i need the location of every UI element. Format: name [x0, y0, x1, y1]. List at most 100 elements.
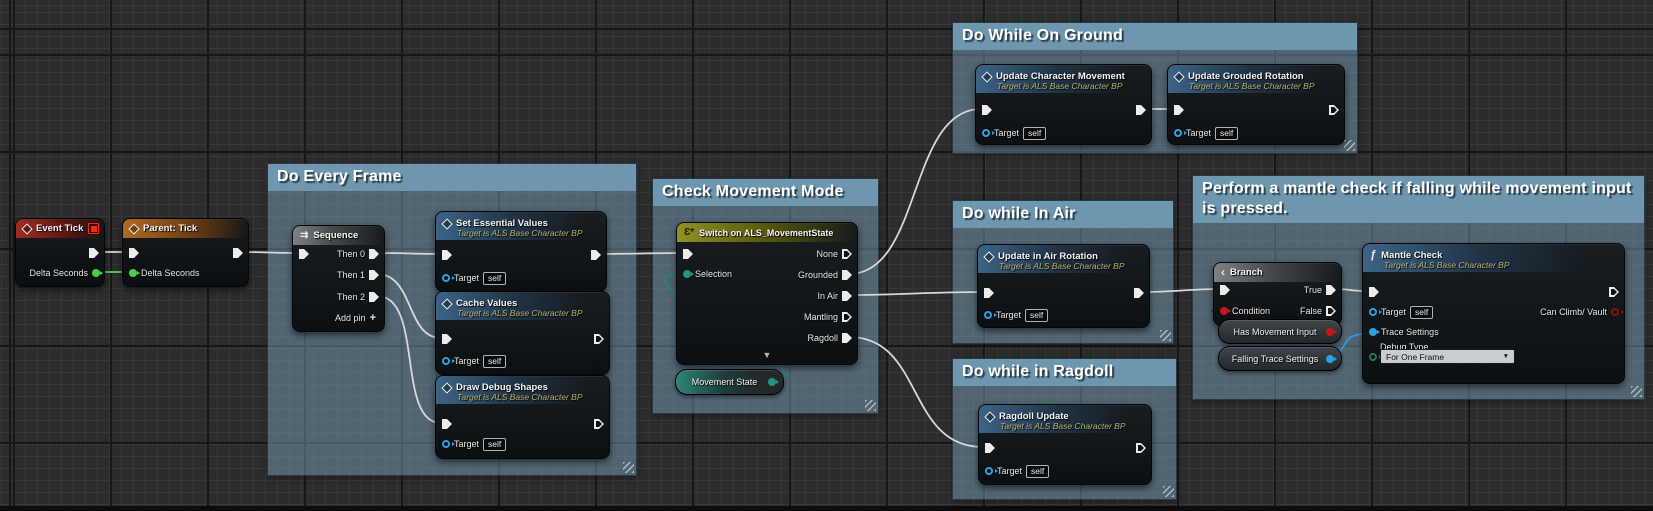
case-mantling-pin[interactable] [842, 312, 852, 322]
node-switch-movement-state[interactable]: Ɛ* Switch on ALS_MovementState Selection… [676, 222, 858, 365]
falling-trace-settings-pin[interactable] [1326, 355, 1334, 363]
exec-in-pin[interactable] [985, 443, 995, 453]
exec-out-pin[interactable] [233, 248, 243, 258]
exec-out-pin-row[interactable] [594, 418, 604, 430]
target-pin[interactable] [1174, 129, 1182, 137]
exec-in-pin-row[interactable] [683, 248, 693, 260]
case-ragdoll-pin[interactable] [842, 333, 852, 343]
node-set-essential-values[interactable]: Set Essential Values Target is ALS Base … [435, 211, 607, 292]
exec-out-pin-row[interactable] [1329, 104, 1339, 116]
self-box[interactable]: self [1023, 127, 1046, 140]
target-pin[interactable] [442, 274, 450, 282]
node-event-tick[interactable]: Event Tick Delta Seconds [15, 218, 105, 287]
exec-out-pin[interactable] [1329, 105, 1339, 115]
exec-out-pin[interactable] [1136, 443, 1146, 453]
true-pin[interactable] [1326, 285, 1336, 295]
condition-pin[interactable] [1220, 307, 1228, 315]
exec-out-pin[interactable] [1134, 288, 1144, 298]
selection-pin[interactable] [683, 270, 691, 278]
target-pin[interactable] [1369, 308, 1377, 316]
exec-in-pin-row[interactable] [1369, 286, 1379, 298]
delta-seconds-in-row[interactable]: Delta Seconds [129, 267, 200, 279]
target-row[interactable]: Target self [982, 127, 1046, 139]
case-none-row[interactable]: None [816, 248, 852, 260]
exec-in-pin[interactable] [299, 249, 309, 259]
blueprint-canvas[interactable]: { "colors": { "canvas_bg": "#2c2c2c", "c… [0, 0, 1653, 511]
exec-in-pin[interactable] [683, 249, 693, 259]
exec-out-pin-row[interactable] [591, 249, 601, 261]
exec-out-pin-row[interactable] [1134, 287, 1144, 299]
node-mantle-check[interactable]: ƒ Mantle Check Target is ALS Base Charac… [1362, 243, 1625, 384]
then0-row[interactable]: Then 0 [337, 248, 379, 260]
add-pin-icon[interactable]: + [370, 312, 376, 324]
exec-out-pin-row[interactable] [1609, 286, 1619, 298]
case-none-pin[interactable] [842, 249, 852, 259]
node-update-in-air-rotation[interactable]: Update in Air Rotation Target is ALS Bas… [977, 244, 1150, 328]
target-row[interactable]: Target self [1369, 306, 1433, 318]
exec-out-pin[interactable] [594, 334, 604, 344]
node-branch[interactable]: ‹ Branch True Condition False [1213, 262, 1342, 326]
self-box[interactable]: self [483, 355, 506, 368]
target-row[interactable]: Target self [985, 465, 1049, 477]
exec-in-pin-row[interactable] [442, 333, 452, 345]
self-box[interactable]: self [1026, 465, 1049, 478]
case-ragdoll-row[interactable]: Ragdoll [807, 332, 852, 344]
exec-in-pin[interactable] [442, 250, 452, 260]
exec-out-pin-row[interactable] [89, 247, 99, 259]
node-draw-debug-shapes[interactable]: Draw Debug Shapes Target is ALS Base Cha… [435, 375, 610, 459]
exec-in-pin-row[interactable] [442, 249, 452, 261]
target-pin[interactable] [984, 311, 992, 319]
has-movement-input-pin[interactable] [1326, 328, 1334, 336]
false-pin[interactable] [1326, 306, 1336, 316]
exec-in-pin-row[interactable] [985, 442, 995, 454]
node-has-movement-input-variable[interactable]: Has Movement Input [1218, 319, 1342, 344]
can-climb-vault-pin[interactable] [1611, 308, 1619, 316]
exec-in-pin-row[interactable] [982, 104, 992, 116]
exec-out-pin[interactable] [1609, 287, 1619, 297]
target-row[interactable]: Target self [984, 309, 1048, 321]
debug-type-dropdown[interactable]: For One Frame ▼ [1380, 349, 1515, 364]
target-pin[interactable] [985, 467, 993, 475]
exec-in-pin[interactable] [984, 288, 994, 298]
exec-in-pin[interactable] [442, 419, 452, 429]
node-update-character-movement[interactable]: Update Character Movement Target is ALS … [975, 64, 1152, 145]
exec-out-pin[interactable] [591, 250, 601, 260]
target-row[interactable]: Target self [442, 355, 506, 367]
exec-in-pin[interactable] [1220, 285, 1230, 295]
target-row[interactable]: Target self [1174, 127, 1238, 139]
then1-row[interactable]: Then 1 [337, 269, 379, 281]
debug-type-pin-row[interactable] [1369, 351, 1377, 363]
node-movement-state-variable[interactable]: Movement State [675, 369, 784, 395]
node-sequence[interactable]: ⇉ Sequence Then 0 Then 1 Then 2 Add pin … [292, 225, 385, 332]
true-row[interactable]: True [1304, 284, 1336, 296]
condition-row[interactable]: Condition [1220, 305, 1270, 317]
exec-out-pin-row[interactable] [233, 247, 243, 259]
exec-out-pin-row[interactable] [1136, 442, 1146, 454]
node-update-grouded-rotation[interactable]: Update Grouded Rotation Target is ALS Ba… [1167, 64, 1345, 145]
exec-in-pin[interactable] [1174, 105, 1184, 115]
exec-out-pin[interactable] [1136, 105, 1146, 115]
case-mantling-row[interactable]: Mantling [804, 311, 852, 323]
exec-in-pin-row[interactable] [1220, 284, 1230, 296]
selection-row[interactable]: Selection [683, 268, 732, 280]
exec-in-pin-row[interactable] [984, 287, 994, 299]
node-ragdoll-update[interactable]: Ragdoll Update Target is ALS Base Charac… [978, 404, 1152, 485]
node-cache-values[interactable]: Cache Values Target is ALS Base Characte… [435, 291, 610, 375]
delta-seconds-pin[interactable] [92, 269, 100, 277]
node-parent-tick[interactable]: Parent: Tick Delta Seconds [122, 218, 249, 287]
target-pin[interactable] [442, 440, 450, 448]
then2-pin[interactable] [369, 292, 379, 302]
case-grounded-pin[interactable] [842, 270, 852, 280]
collapse-arrow-icon[interactable]: ▼ [677, 350, 857, 360]
target-row[interactable]: Target self [442, 438, 506, 450]
exec-in-pin-row[interactable] [299, 248, 309, 260]
exec-in-pin[interactable] [982, 105, 992, 115]
debug-type-pin[interactable] [1369, 353, 1377, 361]
node-falling-trace-settings-variable[interactable]: Falling Trace Settings [1218, 346, 1342, 371]
delta-seconds-pin[interactable] [129, 269, 137, 277]
exec-in-pin[interactable] [442, 334, 452, 344]
exec-out-pin[interactable] [594, 419, 604, 429]
add-pin-row[interactable]: Add pin + [335, 312, 376, 324]
can-climb-vault-row[interactable]: Can Climb/ Vault [1540, 306, 1619, 318]
self-box[interactable]: self [483, 272, 506, 285]
